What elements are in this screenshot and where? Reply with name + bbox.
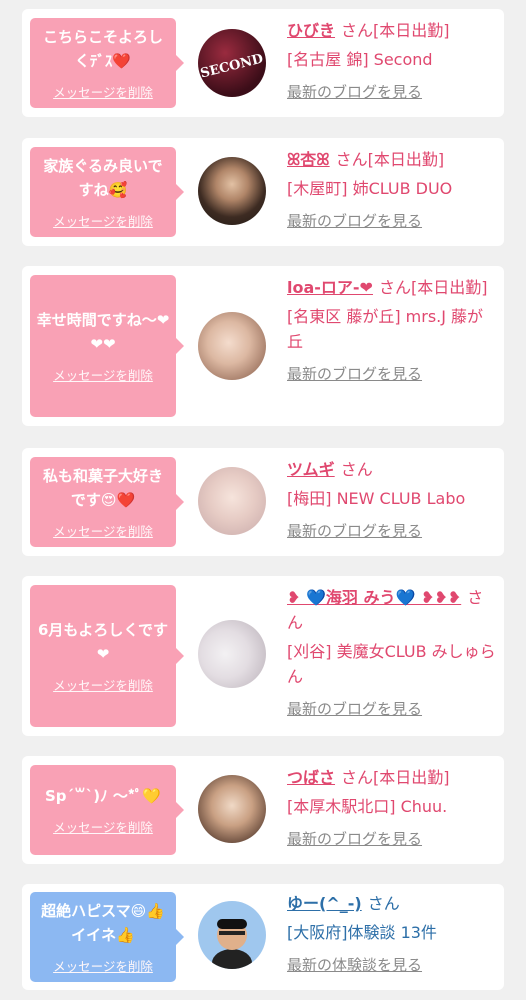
message-text: Sp´꒳`)ﾉ 〜*ﾟ💛 bbox=[44, 787, 162, 805]
avatar[interactable] bbox=[198, 467, 266, 535]
shop-info: [大阪府]体験談 13件 bbox=[287, 923, 437, 942]
user-name-link[interactable]: ❥ 💙海羽 みう💙 ❥❥❥ bbox=[287, 588, 461, 607]
message-card: 幸せ時間ですね〜❤❤❤ メッセージを削除 loa-ロア-❤ さん[本日出勤] [名… bbox=[22, 266, 504, 426]
delete-message-link[interactable]: メッセージを削除 bbox=[53, 365, 153, 384]
message-card: こちらこそよろしくﾃﾞｽ❤️ メッセージを削除 SECOND ひびき さん[本日出… bbox=[22, 9, 504, 117]
message-text: 6月もよろしくです❤ bbox=[38, 621, 168, 663]
user-name-link[interactable]: つばさ bbox=[287, 768, 335, 787]
message-text: こちらこそよろしくﾃﾞｽ❤️ bbox=[42, 28, 163, 70]
user-name-link[interactable]: loa-ロア-❤ bbox=[287, 278, 373, 297]
avatar[interactable] bbox=[198, 157, 266, 225]
user-suffix: さん[本日出勤] bbox=[341, 21, 450, 40]
user-info: つばさ さん[本日出勤] [本厚木駅北口] Chuu. 最新のブログを見る bbox=[287, 765, 499, 852]
shop-info: [刈谷] 美魔女CLUB みしゅらん bbox=[287, 642, 496, 686]
latest-blog-link[interactable]: 最新のブログを見る bbox=[287, 362, 499, 387]
avatar[interactable] bbox=[198, 620, 266, 688]
message-bubble: こちらこそよろしくﾃﾞｽ❤️ メッセージを削除 bbox=[30, 18, 184, 108]
shop-info: [木屋町] 姉CLUB DUO bbox=[287, 179, 453, 198]
shop-info: [名古屋 錦] Second bbox=[287, 50, 433, 69]
latest-review-link[interactable]: 最新の体験談を見る bbox=[287, 953, 499, 978]
user-suffix: さん bbox=[367, 894, 400, 913]
avatar-sign-text: SECOND bbox=[199, 51, 265, 81]
message-bubble: 幸せ時間ですね〜❤❤❤ メッセージを削除 bbox=[30, 275, 184, 417]
message-card: 家族ぐるみ良いですね🥰 メッセージを削除 ꕤ杏ꕤ さん[本日出勤] [木屋町] 姉… bbox=[22, 138, 504, 246]
user-suffix: さん[本日出勤] bbox=[341, 768, 450, 787]
user-info: loa-ロア-❤ さん[本日出勤] [名東区 藤が丘] mrs.J 藤が丘 最新の… bbox=[287, 275, 499, 387]
latest-blog-link[interactable]: 最新のブログを見る bbox=[287, 519, 499, 544]
user-name-link[interactable]: ひびき bbox=[287, 21, 335, 40]
avatar[interactable] bbox=[198, 775, 266, 843]
message-bubble: 6月もよろしくです❤ メッセージを削除 bbox=[30, 585, 184, 727]
latest-blog-link[interactable]: 最新のブログを見る bbox=[287, 80, 499, 105]
user-info: ❥ 💙海羽 みう💙 ❥❥❥ さん [刈谷] 美魔女CLUB みしゅらん 最新のブロ… bbox=[287, 585, 499, 722]
delete-message-link[interactable]: メッセージを削除 bbox=[53, 956, 153, 975]
message-text: 家族ぐるみ良いですね🥰 bbox=[43, 157, 163, 199]
message-bubble: Sp´꒳`)ﾉ 〜*ﾟ💛 メッセージを削除 bbox=[30, 765, 184, 855]
shop-info: [梅田] NEW CLUB Labo bbox=[287, 489, 466, 508]
delete-message-link[interactable]: メッセージを削除 bbox=[53, 817, 153, 836]
avatar-image: SECOND bbox=[199, 51, 265, 81]
user-name-link[interactable]: ツムギ bbox=[287, 460, 335, 479]
user-info: ゆー(^_-) さん [大阪府]体験談 13件 最新の体験談を見る bbox=[287, 891, 499, 978]
shop-info: [本厚木駅北口] Chuu. bbox=[287, 797, 448, 816]
message-card: 6月もよろしくです❤ メッセージを削除 ❥ 💙海羽 みう💙 ❥❥❥ さん [刈谷]… bbox=[22, 576, 504, 736]
message-text: 私も和菓子大好きです😍❤️ bbox=[42, 467, 163, 509]
delete-message-link[interactable]: メッセージを削除 bbox=[53, 521, 153, 540]
latest-blog-link[interactable]: 最新のブログを見る bbox=[287, 827, 499, 852]
latest-blog-link[interactable]: 最新のブログを見る bbox=[287, 209, 499, 234]
user-suffix: さん[本日出勤] bbox=[378, 278, 488, 297]
delete-message-link[interactable]: メッセージを削除 bbox=[53, 82, 153, 101]
user-name-link[interactable]: ゆー(^_-) bbox=[287, 894, 362, 913]
message-bubble: 私も和菓子大好きです😍❤️ メッセージを削除 bbox=[30, 457, 184, 547]
user-name-link[interactable]: ꕤ杏ꕤ bbox=[287, 150, 330, 169]
shop-info: [名東区 藤が丘] mrs.J 藤が丘 bbox=[287, 307, 484, 351]
latest-blog-link[interactable]: 最新のブログを見る bbox=[287, 697, 499, 722]
message-text: 幸せ時間ですね〜❤❤❤ bbox=[36, 311, 170, 353]
avatar[interactable]: SECOND bbox=[198, 29, 266, 97]
user-info: ꕤ杏ꕤ さん[本日出勤] [木屋町] 姉CLUB DUO 最新のブログを見る bbox=[287, 147, 499, 234]
message-text: 超絶ハピスマ😄👍イイネ👍 bbox=[41, 902, 165, 944]
user-suffix: さん bbox=[340, 460, 373, 479]
message-card: 超絶ハピスマ😄👍イイネ👍 メッセージを削除 ゆー(^_-) さん [大阪府]体験談… bbox=[22, 884, 504, 990]
message-card: Sp´꒳`)ﾉ 〜*ﾟ💛 メッセージを削除 つばさ さん[本日出勤] [本厚木駅北… bbox=[22, 756, 504, 864]
avatar[interactable] bbox=[198, 312, 266, 380]
delete-message-link[interactable]: メッセージを削除 bbox=[53, 675, 153, 694]
user-info: ひびき さん[本日出勤] [名古屋 錦] Second 最新のブログを見る bbox=[287, 18, 499, 105]
user-suffix: さん[本日出勤] bbox=[335, 150, 445, 169]
avatar-image bbox=[212, 919, 252, 969]
message-list: こちらこそよろしくﾃﾞｽ❤️ メッセージを削除 SECOND ひびき さん[本日出… bbox=[0, 0, 526, 1000]
user-info: ツムギ さん [梅田] NEW CLUB Labo 最新のブログを見る bbox=[287, 457, 499, 544]
message-card: 私も和菓子大好きです😍❤️ メッセージを削除 ツムギ さん [梅田] NEW CL… bbox=[22, 448, 504, 556]
avatar[interactable] bbox=[198, 901, 266, 969]
message-bubble: 家族ぐるみ良いですね🥰 メッセージを削除 bbox=[30, 147, 184, 237]
message-bubble: 超絶ハピスマ😄👍イイネ👍 メッセージを削除 bbox=[30, 892, 184, 982]
delete-message-link[interactable]: メッセージを削除 bbox=[53, 211, 153, 230]
